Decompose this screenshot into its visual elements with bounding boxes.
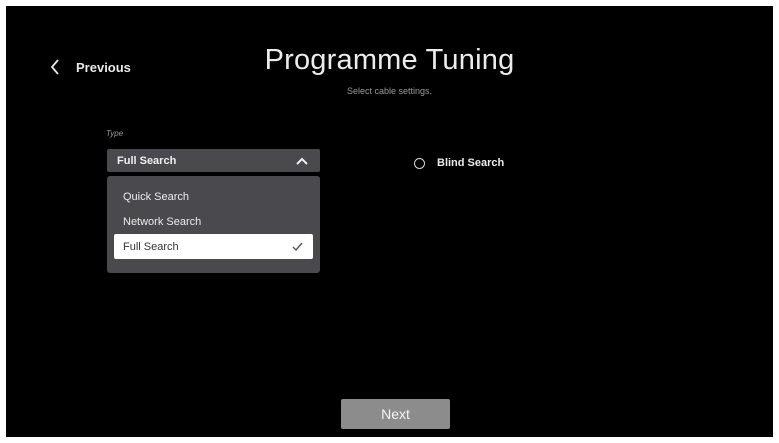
type-field-label: Type <box>106 129 124 138</box>
option-label: Quick Search <box>123 190 190 203</box>
radio-button-icon[interactable] <box>414 157 425 169</box>
tv-screen: Previous Programme Tuning Select cable s… <box>6 6 773 437</box>
option-full-search[interactable]: Full Search <box>114 234 313 259</box>
option-label: Full Search <box>123 240 179 253</box>
page-subtitle: Select cable settings. <box>346 86 433 96</box>
option-label: Network Search <box>123 215 202 228</box>
next-button[interactable]: Next <box>341 399 450 429</box>
option-quick-search[interactable]: Quick Search <box>107 184 320 209</box>
chevron-up-icon <box>296 157 308 165</box>
page-title: Programme Tuning <box>264 44 515 76</box>
checkmark-icon <box>292 242 303 251</box>
option-network-search[interactable]: Network Search <box>107 209 320 234</box>
type-dropdown-list: Quick Search Network Search Full Search <box>107 176 320 273</box>
type-select-value: Full Search <box>117 154 177 167</box>
blind-search-label: Blind Search <box>437 157 505 169</box>
type-select[interactable]: Full Search <box>107 149 320 172</box>
blind-search-option[interactable]: Blind Search <box>414 157 504 169</box>
